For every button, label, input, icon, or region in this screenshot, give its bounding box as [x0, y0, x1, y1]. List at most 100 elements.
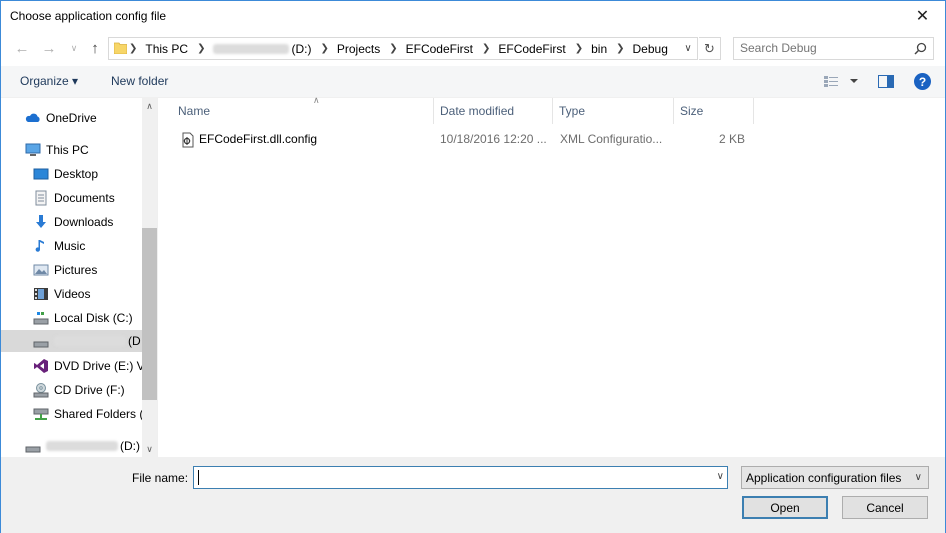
column-header-name[interactable]: ∧ Name	[173, 95, 434, 124]
command-bar: Organize ▾ New folder ?	[1, 66, 945, 98]
file-type-filter-value: Application configuration files	[746, 471, 902, 485]
nav-item-drive-d[interactable]: (D:)	[25, 435, 140, 457]
nav-item-label: DVD Drive (E:) VS	[54, 359, 153, 373]
redacted-drive-name	[46, 441, 118, 451]
drive-icon	[33, 312, 49, 325]
breadcrumb-debug[interactable]: Debug	[633, 42, 668, 56]
documents-icon	[35, 190, 47, 206]
column-header-date-modified[interactable]: Date modified	[435, 98, 553, 124]
nav-item-shared-folders[interactable]: Shared Folders (\	[33, 403, 147, 425]
column-header-label: Type	[559, 104, 586, 118]
breadcrumb-efcodefirst[interactable]: EFCodeFirst	[406, 42, 473, 56]
details-view-icon	[824, 76, 858, 87]
config-file-icon	[182, 132, 194, 148]
desktop-icon	[33, 168, 49, 180]
close-button[interactable]: ✕	[900, 1, 945, 31]
title-bar: Choose application config file ✕	[1, 1, 945, 32]
nav-item-dvd-drive-e[interactable]: DVD Drive (E:) VS	[33, 355, 153, 377]
chevron-down-icon: ∨	[914, 472, 922, 483]
file-size: 2 KB	[718, 132, 745, 146]
nav-item-music[interactable]: Music	[33, 235, 85, 257]
file-dialog: Choose application config file ✕ ← → ∨ ↑…	[0, 0, 946, 533]
breadcrumb-separator: ❯	[197, 43, 206, 54]
file-row[interactable]: EFCodeFirst.dll.config 10/18/2016 12:20 …	[173, 129, 758, 151]
nav-item-label: Music	[54, 239, 86, 253]
recent-locations-chevron-icon[interactable]: ∨	[64, 38, 84, 58]
breadcrumb-separator: ❯	[320, 43, 329, 54]
breadcrumb-separator: ❯	[616, 43, 625, 54]
forward-arrow-icon[interactable]: →	[39, 38, 59, 58]
new-folder-button[interactable]: New folder	[111, 74, 168, 88]
file-list: ∧ Name Date modified Type Size EFCodeFir…	[159, 95, 945, 457]
column-header-size[interactable]: Size	[675, 98, 754, 124]
help-icon[interactable]: ?	[914, 73, 931, 90]
breadcrumb-separator: ❯	[389, 43, 398, 54]
breadcrumb-drive[interactable]: (D:)	[291, 42, 311, 56]
nav-item-label: (D:)	[120, 439, 140, 453]
refresh-icon[interactable]: ↻	[699, 37, 721, 60]
file-type: XML Configuratio...	[560, 132, 663, 146]
redacted-drive-name	[54, 336, 126, 346]
preview-pane-icon[interactable]	[878, 75, 894, 88]
up-arrow-icon[interactable]: ↑	[85, 38, 105, 58]
file-date-modified: 10/18/2016 12:20 ...	[440, 132, 547, 146]
nav-item-documents[interactable]: Documents	[33, 187, 115, 209]
address-dropdown-chevron-icon[interactable]: ∨	[679, 38, 697, 59]
organize-button[interactable]: Organize ▾	[20, 74, 78, 88]
column-header-type[interactable]: Type	[554, 98, 674, 124]
nav-item-desktop[interactable]: Desktop	[33, 163, 98, 185]
scroll-up-arrow-icon[interactable]: ∧	[142, 98, 157, 114]
change-view-button[interactable]	[823, 74, 863, 91]
chevron-down-icon[interactable]: ∨	[717, 471, 724, 482]
computer-icon	[25, 143, 41, 156]
column-header-label: Size	[680, 104, 704, 118]
cancel-button[interactable]: Cancel	[842, 496, 928, 519]
breadcrumb-projects[interactable]: Projects	[337, 42, 380, 56]
nav-item-videos[interactable]: Videos	[33, 283, 90, 305]
videos-icon	[34, 288, 48, 300]
nav-item-label: This PC	[46, 143, 89, 157]
nav-item-onedrive[interactable]: OneDrive	[25, 107, 97, 129]
network-drive-icon	[33, 408, 49, 420]
nav-item-label: CD Drive (F:)	[54, 383, 125, 397]
file-name-label: File name:	[132, 471, 189, 485]
nav-item-label: Downloads	[54, 215, 114, 229]
breadcrumb-bin[interactable]: bin	[591, 42, 607, 56]
scroll-down-arrow-icon[interactable]: ∨	[142, 441, 157, 457]
nav-item-drive-d-selected[interactable]: (D	[1, 330, 142, 352]
address-bar[interactable]: ❯ This PC ❯ (D:) ❯ Projects ❯ EFCodeFirs…	[108, 37, 698, 60]
nav-scrollbar[interactable]: ∧ ∨	[142, 98, 157, 457]
nav-item-label: OneDrive	[46, 111, 97, 125]
breadcrumb-this-pc[interactable]: This PC	[145, 42, 188, 56]
nav-item-label: (D	[128, 334, 141, 348]
file-name-combobox[interactable]: ∨	[193, 466, 728, 489]
window-title: Choose application config file	[10, 9, 167, 23]
nav-item-label: Shared Folders (\	[54, 407, 147, 421]
breadcrumb-separator: ❯	[129, 43, 138, 54]
back-arrow-icon[interactable]: ←	[12, 38, 32, 58]
folder-icon	[114, 42, 127, 54]
search-box[interactable]	[733, 37, 934, 60]
nav-item-local-disk-c[interactable]: Local Disk (C:)	[33, 307, 133, 329]
nav-item-downloads[interactable]: Downloads	[33, 211, 113, 233]
column-header-label: Name	[178, 104, 211, 118]
file-type-filter-select[interactable]: Application configuration files ∨	[741, 466, 929, 489]
breadcrumb-efcodefirst-2[interactable]: EFCodeFirst	[498, 42, 565, 56]
file-name: EFCodeFirst.dll.config	[199, 132, 318, 146]
nav-item-this-pc[interactable]: This PC	[25, 139, 89, 161]
open-button[interactable]: Open	[742, 496, 828, 519]
nav-item-cd-drive-f[interactable]: CD Drive (F:)	[33, 379, 125, 401]
drive-icon	[33, 341, 49, 348]
nav-item-label: Desktop	[54, 167, 99, 181]
sort-ascending-icon: ∧	[313, 95, 320, 105]
music-icon	[35, 240, 44, 252]
nav-item-label: Videos	[54, 287, 91, 301]
redacted-drive-name	[213, 43, 290, 54]
nav-item-pictures[interactable]: Pictures	[33, 259, 97, 281]
file-name-input[interactable]	[197, 470, 702, 484]
drive-icon	[25, 446, 41, 453]
search-input[interactable]	[740, 41, 910, 55]
scroll-thumb[interactable]	[142, 228, 157, 400]
address-row: ← → ∨ ↑ ❯ This PC ❯ (D:) ❯ Projects ❯ EF…	[1, 33, 945, 63]
visual-studio-icon	[34, 359, 48, 373]
